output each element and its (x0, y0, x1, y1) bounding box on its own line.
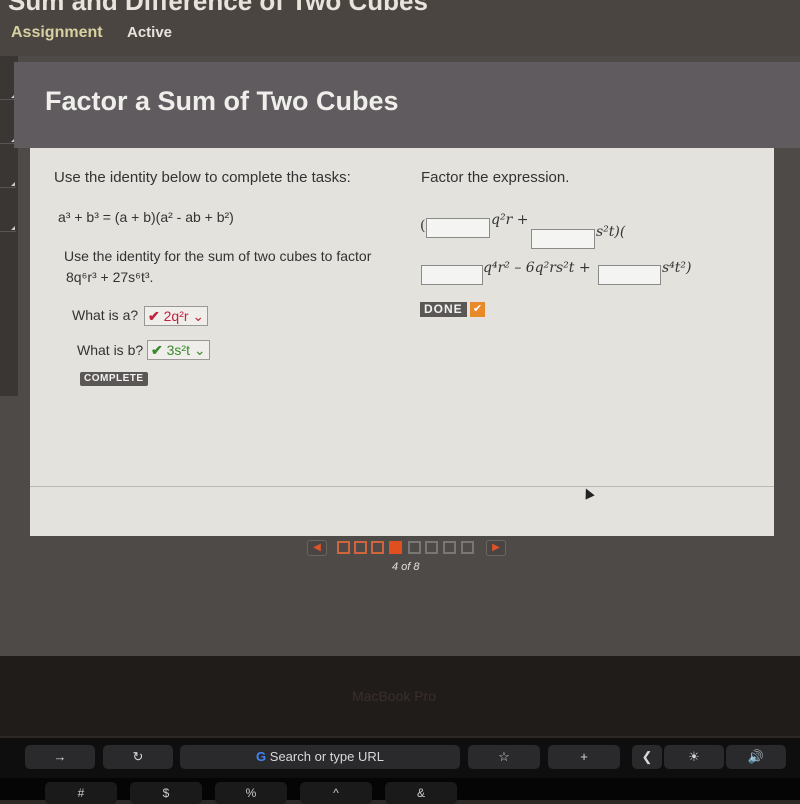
card-divider (30, 486, 774, 487)
brightness-button[interactable]: ☀ (664, 745, 724, 769)
page-indicator-7[interactable] (443, 541, 456, 554)
search-placeholder: Search or type URL (269, 749, 384, 764)
check-icon: ✔ (151, 342, 163, 358)
google-icon: G (256, 749, 267, 764)
question-b-label: What is b? (77, 342, 144, 358)
chevron-down-icon: ⌄ (193, 342, 206, 358)
page-counter: 4 of 8 (392, 561, 420, 573)
done-button[interactable]: DONE (420, 302, 467, 317)
answer-b-value: 3s²t (166, 342, 190, 358)
bookmark-button[interactable]: ☆ (468, 745, 540, 769)
corner-icon (11, 182, 15, 186)
tab-active[interactable]: Active (127, 24, 172, 41)
chevron-down-icon: ⌄ (192, 308, 205, 324)
page-indicator-6[interactable] (425, 541, 438, 554)
reload-icon: ↻ (132, 749, 144, 764)
brightness-icon: ☀ (688, 749, 700, 764)
term-3-suffix: q⁴r² – 6q²rs²t + (483, 260, 591, 276)
coefficient-input-1[interactable] (426, 218, 490, 238)
check-icon: ✔ (470, 302, 485, 317)
identity-formula: a³ + b³ = (a + b)(a² - ab + b²) (58, 209, 234, 225)
arrow-right-icon: → (53, 749, 67, 764)
term-4-suffix: s⁴t²) (662, 260, 692, 276)
page-indicator-5[interactable] (408, 541, 421, 554)
tab-assignment[interactable]: Assignment (11, 24, 103, 42)
volume-icon: 🔊 (747, 749, 765, 764)
chevron-left-icon: ❮ (641, 749, 653, 764)
answer-a-value: 2q²r (163, 308, 189, 324)
next-page-button[interactable]: ▶ (486, 540, 506, 556)
app-title: Sum and Difference of Two Cubes (8, 0, 428, 16)
page-title: Factor a Sum of Two Cubes (45, 86, 399, 116)
new-tab-button[interactable]: + (548, 745, 620, 769)
side-nav-item[interactable] (0, 144, 16, 188)
term-2-suffix: s²t)( (596, 224, 626, 240)
key[interactable]: % (215, 782, 287, 804)
complete-badge: COMPLETE (80, 372, 148, 386)
left-instruction: Use the identity below to complete the t… (54, 169, 351, 186)
page-indicator-8[interactable] (461, 541, 474, 554)
key[interactable]: # (45, 782, 117, 804)
page-indicator-2[interactable] (354, 541, 367, 554)
url-search-bar[interactable]: G Search or type URL (180, 745, 460, 769)
collapse-button[interactable]: ❮ (632, 745, 662, 769)
page-indicator-3[interactable] (371, 541, 384, 554)
answer-a-dropdown[interactable]: ✔ 2q²r ⌄ (144, 306, 209, 326)
prev-page-button[interactable]: ◀ (307, 540, 327, 556)
forward-button[interactable]: → (25, 745, 95, 769)
plus-icon: + (580, 749, 588, 764)
key[interactable]: $ (130, 782, 202, 804)
task-expression: 8q⁶r³ + 27s⁶t³. (66, 269, 154, 285)
check-icon: ✔ (148, 308, 160, 324)
task-text: Use the identity for the sum of two cube… (64, 248, 372, 264)
question-a-label: What is a? (72, 307, 139, 323)
page-indicator-4[interactable] (389, 541, 402, 554)
reload-button[interactable]: ↻ (103, 745, 173, 769)
side-nav-item[interactable] (0, 188, 16, 232)
answer-b-dropdown[interactable]: ✔ 3s²t ⌄ (147, 340, 210, 360)
corner-icon (11, 226, 15, 230)
key[interactable]: ^ (300, 782, 372, 804)
page-indicator-1[interactable] (337, 541, 350, 554)
term-1-suffix: q²r + (491, 212, 529, 228)
coefficient-input-3[interactable] (421, 265, 483, 285)
right-instruction: Factor the expression. (421, 169, 570, 186)
star-icon: ☆ (498, 749, 510, 764)
volume-button[interactable]: 🔊 (726, 745, 786, 769)
coefficient-input-4[interactable] (598, 265, 661, 285)
key[interactable]: & (385, 782, 457, 804)
coefficient-input-2[interactable] (531, 229, 595, 249)
open-paren: ( (420, 218, 426, 234)
bezel-brand: MacBook Pro (352, 688, 437, 704)
